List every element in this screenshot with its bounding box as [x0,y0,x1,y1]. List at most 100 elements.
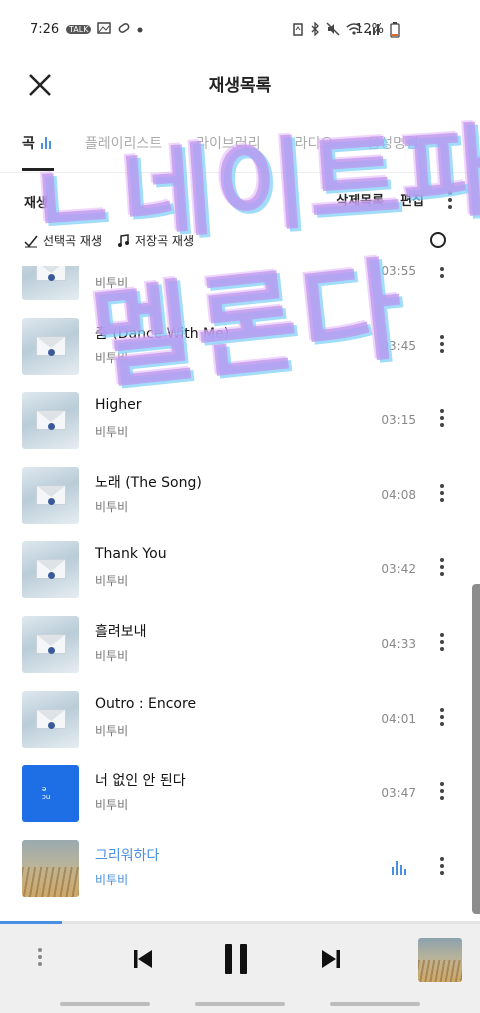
select-all-toggle[interactable] [430,232,446,248]
battery-saver-icon [292,22,304,39]
tab-label: 플레이리스트 [84,136,163,152]
song-artist: 비투비 [95,798,129,813]
talk-icon: TALK [66,25,92,34]
bluetooth-icon [310,21,320,39]
battery-icon [390,22,400,42]
song-artist: 비투비 [95,276,129,290]
song-more-icon[interactable] [432,266,452,278]
play-selected-label: 선택곡 재생 [43,234,103,248]
system-nav-bar [0,996,480,1013]
song-artist: 비투비 [95,499,129,514]
song-row[interactable]: Lonely비투비03:55 [0,266,480,309]
song-row[interactable]: 춤 (Dance With Me) 비투비 03:45 [0,309,480,384]
album-art [22,392,79,450]
skip-previous-icon [134,950,152,968]
album-art [22,266,79,300]
tab-voice-command[interactable]: 음성명령 [367,133,419,153]
toolbar-actions: 삭제목록 편집 [336,190,460,209]
status-bar: 7:26 TALK 12% [0,0,480,60]
song-artist: 비투비 [95,723,129,738]
tab-playlists[interactable]: 플레이리스트 [85,133,162,153]
tab-radio[interactable]: 라디오 [295,133,334,153]
dot-icon [137,23,143,36]
battery-percent: 12% [355,22,384,37]
play-all-button[interactable]: 재생 [24,192,48,211]
song-more-icon[interactable] [432,558,452,577]
song-more-icon[interactable] [432,782,452,801]
now-playing-icon [392,860,406,875]
song-artist: 비투비 [95,649,129,663]
song-title: Higher [95,397,142,414]
song-more-icon[interactable] [432,334,452,353]
page-title: 재생목록 [208,76,272,96]
now-playing-album-art[interactable] [418,938,462,982]
song-more-icon[interactable] [432,483,452,502]
song-row[interactable]: Higher 비투비 03:15 [0,383,480,458]
song-more-icon[interactable] [432,633,452,651]
play-selected-button[interactable]: 선택곡 재생 [24,232,102,249]
album-art [22,690,79,748]
image-icon [97,22,112,37]
check-icon [24,235,38,247]
song-title: 그리워하다 [95,847,160,864]
album-art [22,466,79,524]
skip-next-icon [322,950,340,968]
album-art [22,541,79,599]
album-art [22,317,79,375]
song-artist: 비투비 [95,425,129,440]
status-left-icons: TALK [66,22,143,37]
scrollbar[interactable] [472,584,480,914]
song-row[interactable]: Thank You 비투비 03:42 [0,532,480,607]
play-actions-bar: 선택곡 재생 저장곡 재생 [0,228,480,256]
song-list: Lonely비투비03:55춤 (Dance With Me)비투비03:45H… [0,266,480,918]
song-row[interactable]: Outro : Encore 비투비 04:01 [0,682,480,757]
song-title: 노래 (The Song) [95,474,202,491]
song-title: 춤 (Dance With Me) [95,325,230,342]
pause-button[interactable] [222,942,252,980]
tab-label: 음성명령 [367,136,419,152]
song-title: 너 없인 안 된다 [95,773,186,790]
song-more-icon[interactable] [432,409,452,428]
song-more-icon[interactable] [432,856,452,875]
equalizer-icon [40,137,51,149]
list-toolbar: 재생 삭제목록 편집 [0,186,480,214]
song-artist: 비투비 [95,350,129,365]
tab-label: 라이브러리 [196,136,261,152]
song-duration: 03:45 [381,338,416,353]
song-duration: 03:55 [381,266,416,278]
tab-songs[interactable]: 곡 [22,133,51,153]
mini-player [0,924,480,996]
song-more-icon[interactable] [432,707,452,726]
nav-recents-button[interactable] [60,1002,150,1006]
mute-icon [326,22,340,39]
song-duration: 03:42 [381,562,416,577]
tab-library[interactable]: 라이브러리 [196,133,260,153]
delete-list-button[interactable]: 삭제목록 [336,190,384,209]
album-art: ǝ ɔu [22,765,79,823]
play-saved-button[interactable]: 저장곡 재생 [116,232,194,249]
music-note-icon [118,233,129,247]
tab-label: 곡 [22,136,35,152]
tab-bar: 곡 플레이리스트 라이브러리 라디오 음성명령 [0,126,480,160]
song-duration: 03:15 [381,413,416,428]
nav-home-button[interactable] [195,1002,285,1006]
song-duration: 04:33 [381,637,416,651]
edit-button[interactable]: 편집 [400,190,424,209]
previous-button[interactable] [130,946,156,976]
song-duration: 04:08 [381,487,416,502]
player-menu-icon[interactable] [30,948,50,966]
nav-back-button[interactable] [330,1002,420,1006]
song-duration: 03:47 [381,786,416,801]
active-tab-indicator [22,168,54,171]
song-title: 흘려보내 [95,624,147,640]
header: 재생목록 [0,55,480,111]
album-art-text: ǝ ɔu [42,785,51,802]
song-row[interactable]: 노래 (The Song) 비투비 04:08 [0,458,480,533]
next-button[interactable] [318,946,344,976]
status-time: 7:26 [30,22,60,37]
more-options-icon[interactable] [440,190,460,209]
album-art [22,839,79,897]
song-row[interactable]: 그리워하다 비투비 [0,831,480,906]
song-row[interactable]: ǝ ɔu 너 없인 안 된다비투비 03:47 [0,756,480,831]
song-row[interactable]: 흘려보내비투비 04:33 [0,607,480,682]
